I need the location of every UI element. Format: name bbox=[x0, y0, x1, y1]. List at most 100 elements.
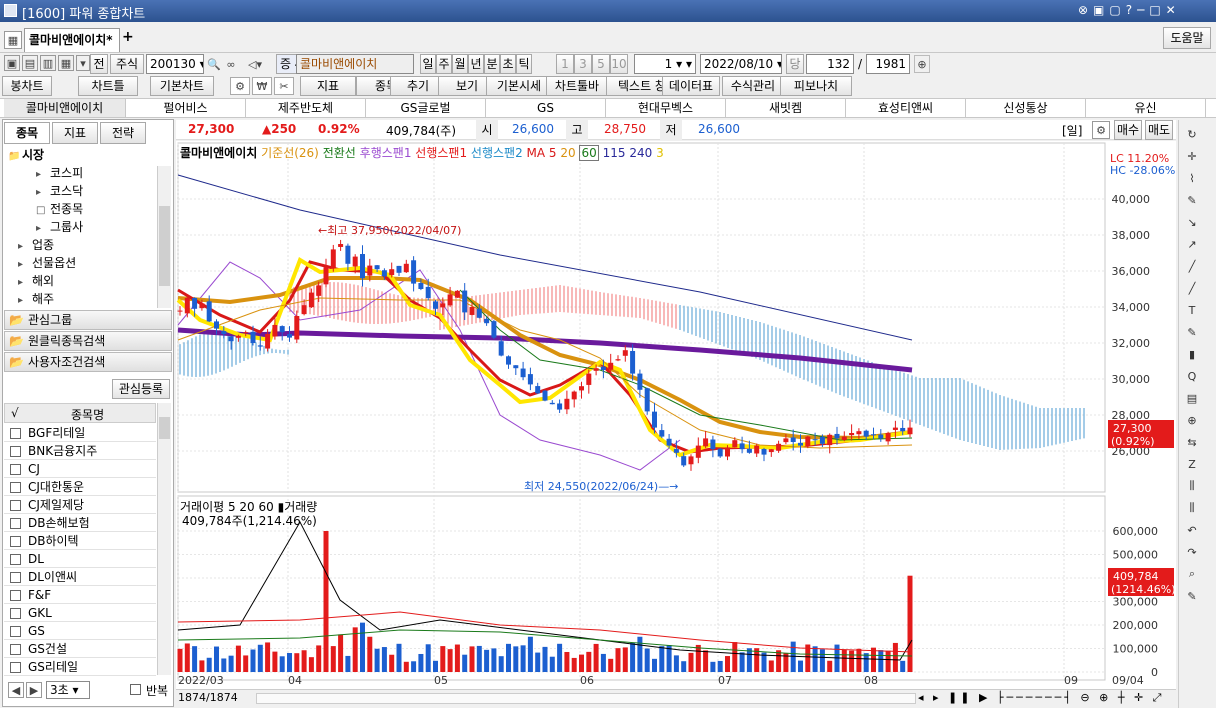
group-item[interactable]: 📂 관심그룹 bbox=[4, 310, 172, 330]
crosshair-icon[interactable]: ✛ bbox=[1181, 146, 1203, 166]
sell-button[interactable]: 매도 bbox=[1145, 120, 1173, 140]
stock-tab[interactable]: 현대무벡스 bbox=[606, 99, 726, 117]
search-icon[interactable]: 🔍 bbox=[206, 55, 222, 73]
tool-icon-2[interactable]: ▤ bbox=[22, 55, 38, 71]
won-tool-icon[interactable]: ₩ bbox=[252, 77, 272, 95]
item-checkbox[interactable] bbox=[10, 500, 21, 511]
stock-tab[interactable]: 새빗켐 bbox=[726, 99, 846, 117]
tree-item[interactable]: ▸ 해주 bbox=[18, 290, 54, 310]
item-checkbox[interactable] bbox=[10, 608, 21, 619]
jeon-button[interactable]: 전 bbox=[90, 54, 108, 74]
list-item[interactable]: DL bbox=[4, 550, 156, 568]
auto-line-icon[interactable]: ╱ bbox=[1181, 278, 1203, 298]
scroll-track[interactable] bbox=[256, 693, 916, 704]
list-item[interactable]: CJ bbox=[4, 460, 156, 478]
text-icon[interactable]: T bbox=[1181, 300, 1203, 320]
chart-tab[interactable]: 콜마비앤에이치* bbox=[24, 28, 120, 52]
tool-icon-4[interactable]: ▦ bbox=[58, 55, 74, 71]
trend-icon[interactable]: ↗ bbox=[1181, 234, 1203, 254]
group-item[interactable]: 📂 원클릭종목검색 bbox=[4, 331, 172, 351]
group-item[interactable]: 📂 사용자조건검색 bbox=[4, 352, 172, 372]
draw-icon[interactable]: ✎ bbox=[1181, 586, 1203, 606]
scissors-tool-icon[interactable]: ✂ bbox=[274, 77, 294, 95]
list-item[interactable]: DB손해보험 bbox=[4, 514, 156, 532]
link-icon[interactable]: ∞ bbox=[223, 55, 239, 73]
toolbar-button[interactable]: 지표 bbox=[300, 76, 356, 96]
list-item[interactable]: GS건설 bbox=[4, 640, 156, 658]
z-icon[interactable]: Z bbox=[1181, 454, 1203, 474]
stock-tab[interactable]: 제주반도체 bbox=[246, 99, 366, 117]
list-item[interactable]: F&F bbox=[4, 586, 156, 604]
period-button[interactable]: 틱 bbox=[516, 54, 532, 74]
item-checkbox[interactable] bbox=[10, 554, 21, 565]
count-select[interactable]: 1 ▾ ▾ bbox=[634, 54, 696, 74]
number-button[interactable]: 10 bbox=[610, 54, 628, 74]
period-button[interactable]: 월 bbox=[452, 54, 468, 74]
tree-item[interactable]: ▸ 업종 bbox=[18, 236, 54, 256]
stock-tab[interactable]: GS글로벌 bbox=[366, 99, 486, 117]
left-tab[interactable]: 지표 bbox=[52, 122, 98, 144]
period-button[interactable]: 년 bbox=[468, 54, 484, 74]
number-button[interactable]: 3 bbox=[574, 54, 592, 74]
item-checkbox[interactable] bbox=[10, 536, 21, 547]
period-button[interactable]: 분 bbox=[484, 54, 500, 74]
toolbar-button[interactable]: 봉차트 bbox=[2, 76, 52, 96]
playback-controls[interactable]: ◂ ▸ ❚❚ ▶ ├──────┤ ⊖ ⊕ ┼ ✛ ⤢ bbox=[918, 691, 1164, 705]
stock-tab[interactable]: 콜마비앤에이치 bbox=[4, 99, 126, 117]
register-button[interactable]: 관심등록 bbox=[112, 379, 170, 399]
stock-name-field[interactable]: 콜마비앤에이치 bbox=[296, 54, 414, 74]
bars-icon[interactable]: ⫼ bbox=[1181, 476, 1203, 496]
pen-icon[interactable]: ✎ bbox=[1181, 190, 1203, 210]
item-checkbox[interactable] bbox=[10, 572, 21, 583]
list-item[interactable]: DB하이텍 bbox=[4, 532, 156, 550]
date-select[interactable]: 2022/08/10 ▾ bbox=[700, 54, 782, 74]
refresh-icon[interactable]: ↻ bbox=[1181, 124, 1203, 144]
redo-icon[interactable]: ↷ bbox=[1181, 542, 1203, 562]
tree-item[interactable]: ▸ 코스닥 bbox=[36, 182, 83, 202]
window-controls[interactable]: ⊗▣▢?─□✕ bbox=[1078, 3, 1181, 17]
undo-icon[interactable]: ↶ bbox=[1181, 520, 1203, 540]
period-button[interactable]: 주 bbox=[436, 54, 452, 74]
buy-button[interactable]: 매수 bbox=[1114, 120, 1142, 140]
bars2-icon[interactable]: ⫼ bbox=[1181, 498, 1203, 518]
tab-close-icon[interactable]: * bbox=[106, 33, 112, 47]
help-button[interactable]: 도움말 bbox=[1163, 27, 1211, 49]
brush-icon[interactable]: ✎ bbox=[1181, 322, 1203, 342]
arrow-icon[interactable]: ↘ bbox=[1181, 212, 1203, 232]
next-icon[interactable]: ▶ bbox=[26, 682, 42, 698]
settings-gear-icon[interactable]: ⚙ bbox=[1092, 121, 1110, 139]
stock-tab[interactable]: 펄어비스 bbox=[126, 99, 246, 117]
tool-icon-1[interactable]: ▣ bbox=[4, 55, 20, 71]
stock-tab[interactable]: 유신 bbox=[1086, 99, 1206, 117]
list-scrollbar[interactable] bbox=[157, 403, 171, 675]
number-button[interactable]: 1 bbox=[556, 54, 574, 74]
add-icon[interactable]: ⊕ bbox=[1181, 410, 1203, 430]
stock-tab[interactable]: GS bbox=[486, 99, 606, 117]
item-checkbox[interactable] bbox=[10, 446, 21, 457]
item-checkbox[interactable] bbox=[10, 482, 21, 493]
toolbar-button[interactable]: 기본시세 bbox=[486, 76, 552, 96]
number-button[interactable]: 5 bbox=[592, 54, 610, 74]
item-checkbox[interactable] bbox=[10, 590, 21, 601]
chart-type-icon[interactable]: ⌇ bbox=[1181, 168, 1203, 188]
candle-icon[interactable]: ▮ bbox=[1181, 344, 1203, 364]
toolbar-button[interactable]: 차트틀 bbox=[78, 76, 138, 96]
layout-icon[interactable]: ▦ bbox=[4, 31, 22, 49]
list-item[interactable]: GKL bbox=[4, 604, 156, 622]
repeat-checkbox[interactable] bbox=[130, 684, 141, 695]
left-tab[interactable]: 종목 bbox=[4, 122, 50, 144]
dang-button[interactable]: 당 bbox=[786, 54, 804, 74]
list-item[interactable]: GS리테일 bbox=[4, 658, 156, 676]
code-input[interactable]: 200130 ▾ bbox=[146, 54, 204, 74]
period-button[interactable]: 초 bbox=[500, 54, 516, 74]
tree-item[interactable]: ▸ 그룹사 bbox=[36, 218, 83, 238]
stock-tab[interactable]: 효성티앤씨 bbox=[846, 99, 966, 117]
list-item[interactable]: CJ대한통운 bbox=[4, 478, 156, 496]
grid-icon[interactable]: ▤ bbox=[1181, 388, 1203, 408]
line-icon[interactable]: ╱ bbox=[1181, 256, 1203, 276]
tool-icon-5[interactable]: ▾ bbox=[76, 55, 90, 71]
zoom-icon[interactable]: Q bbox=[1181, 366, 1203, 386]
toolbar-button[interactable]: 데이터표 bbox=[662, 76, 720, 96]
gear-tool-icon[interactable]: ⚙ bbox=[230, 77, 250, 95]
list-item[interactable]: DL이앤씨 bbox=[4, 568, 156, 586]
